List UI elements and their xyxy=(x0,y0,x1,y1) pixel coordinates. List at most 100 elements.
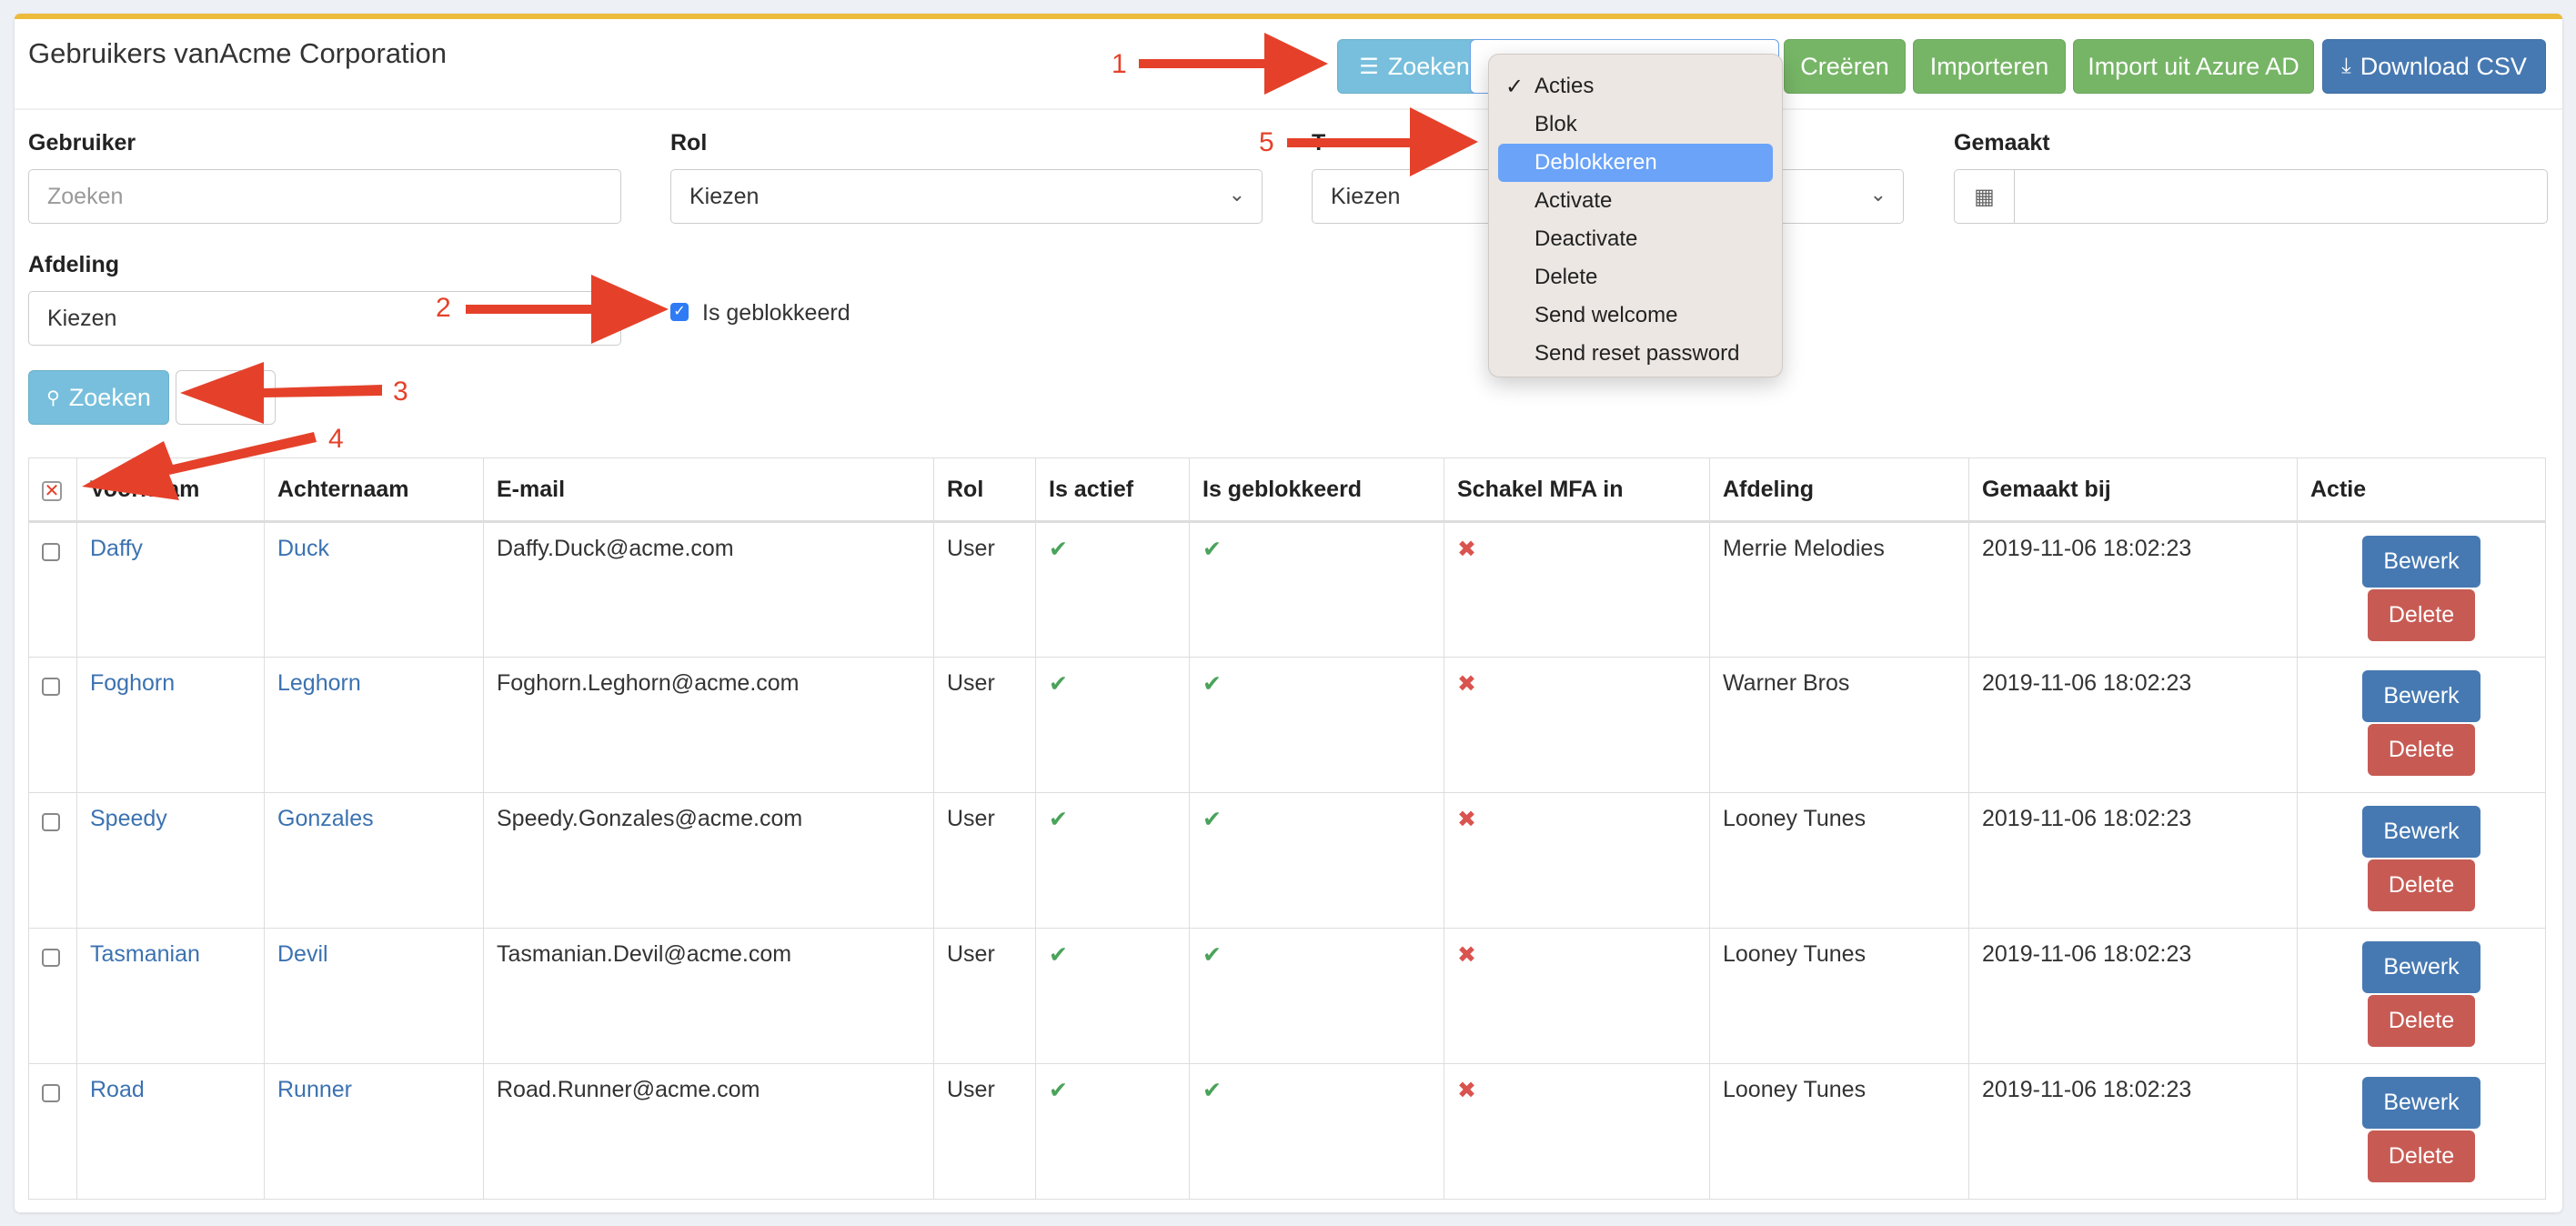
lastname-link[interactable]: Gonzales xyxy=(277,806,374,831)
column-header-blocked[interactable]: Is geblokkeerd xyxy=(1189,457,1444,523)
search-icon: ⚲ xyxy=(46,387,60,408)
action-cell: Bewerk Delete xyxy=(2297,792,2546,929)
active-cell: ✔ xyxy=(1035,657,1190,793)
delete-button[interactable]: Delete xyxy=(2368,589,2475,641)
search-toggle-button[interactable]: ☰ Zoeken xyxy=(1337,39,1492,94)
check-icon: ✓ xyxy=(1505,74,1524,99)
column-header-email[interactable]: E-mail xyxy=(483,457,934,523)
created-cell: 2019-11-06 18:02:23 xyxy=(1968,1063,2298,1200)
search-toggle-label: Zoeken xyxy=(1387,52,1470,80)
cross-icon: ✖ xyxy=(1457,671,1476,697)
import-azure-label: Import uit Azure AD xyxy=(2088,52,2299,80)
dropdown-item-label: Blok xyxy=(1535,112,1577,136)
is-blocked-label: Is geblokkeerd xyxy=(702,300,850,326)
user-filter-label: Gebruiker xyxy=(28,130,136,156)
lastname-cell: Gonzales xyxy=(264,792,484,929)
check-icon: ✔ xyxy=(1202,807,1222,832)
email-cell: Road.Runner@acme.com xyxy=(483,1063,934,1200)
department-select-value: Kiezen xyxy=(47,305,117,331)
row-checkbox[interactable] xyxy=(42,543,60,561)
row-select-cell xyxy=(28,521,77,658)
created-cell: 2019-11-06 18:02:23 xyxy=(1968,657,2298,793)
column-header-firstname[interactable]: Voornaam xyxy=(76,457,265,523)
import-azure-button[interactable]: Import uit Azure AD xyxy=(2073,39,2314,94)
active-cell: ✔ xyxy=(1035,928,1190,1064)
role-select[interactable]: Kiezen ⌄ xyxy=(670,169,1263,224)
lastname-link[interactable]: Devil xyxy=(277,941,328,967)
dropdown-item-acties[interactable]: ✓ Acties xyxy=(1498,67,1773,106)
header-divider xyxy=(15,108,2562,110)
search-button[interactable]: ⚲ Zoeken xyxy=(28,370,169,425)
annotation-number-4: 4 xyxy=(328,424,344,454)
delete-button[interactable]: Delete xyxy=(2368,859,2475,911)
dropdown-item-deblokkeren[interactable]: Deblokkeren xyxy=(1498,144,1773,182)
dropdown-item-label: Acties xyxy=(1535,74,1595,98)
dropdown-item-activate[interactable]: Activate xyxy=(1498,182,1773,220)
row-select-cell xyxy=(28,928,77,1064)
dropdown-item-deactivate[interactable]: Deactivate xyxy=(1498,220,1773,258)
lastname-cell: Devil xyxy=(264,928,484,1064)
edit-button[interactable]: Bewerk xyxy=(2362,806,2480,858)
column-header-role[interactable]: Rol xyxy=(933,457,1036,523)
row-checkbox[interactable] xyxy=(42,949,60,967)
row-select-cell xyxy=(28,792,77,929)
edit-button[interactable]: Bewerk xyxy=(2362,941,2480,993)
lastname-link[interactable]: Duck xyxy=(277,536,329,561)
department-select[interactable]: Kiezen xyxy=(28,291,621,346)
row-checkbox[interactable] xyxy=(42,1084,60,1102)
column-header-active[interactable]: Is actief xyxy=(1035,457,1190,523)
department-cell: Looney Tunes xyxy=(1709,928,1969,1064)
annotation-number-5: 5 xyxy=(1259,127,1274,157)
action-cell: Bewerk Delete xyxy=(2297,928,2546,1064)
dropdown-item-label: Send welcome xyxy=(1535,303,1678,327)
firstname-link[interactable]: Daffy xyxy=(90,536,143,561)
check-icon: ✔ xyxy=(1202,1078,1222,1103)
dropdown-item-blok[interactable]: Blok xyxy=(1498,106,1773,144)
delete-button[interactable]: Delete xyxy=(2368,1131,2475,1182)
created-cell: 2019-11-06 18:02:23 xyxy=(1968,928,2298,1064)
action-cell: Bewerk Delete xyxy=(2297,1063,2546,1200)
reset-button[interactable] xyxy=(176,370,276,425)
lastname-link[interactable]: Leghorn xyxy=(277,670,361,696)
firstname-link[interactable]: Speedy xyxy=(90,806,167,831)
select-all-checkbox[interactable]: ✕ xyxy=(42,480,62,501)
row-checkbox[interactable] xyxy=(42,813,60,831)
edit-button[interactable]: Bewerk xyxy=(2362,536,2480,588)
create-button[interactable]: Creëren xyxy=(1784,39,1906,94)
email-cell: Speedy.Gonzales@acme.com xyxy=(483,792,934,929)
blocked-cell: ✔ xyxy=(1189,792,1444,929)
download-csv-button[interactable]: ⤓ Download CSV xyxy=(2322,39,2546,94)
firstname-link[interactable]: Road xyxy=(90,1077,145,1102)
user-search-input[interactable]: Zoeken xyxy=(28,169,621,224)
dropdown-item-delete[interactable]: Delete xyxy=(1498,258,1773,296)
lastname-link[interactable]: Runner xyxy=(277,1077,352,1102)
table-row: Speedy Gonzales Speedy.Gonzales@acme.com Us… xyxy=(28,792,2546,929)
firstname-link[interactable]: Tasmanian xyxy=(90,941,200,967)
department-cell: Looney Tunes xyxy=(1709,792,1969,929)
calendar-icon[interactable]: ▦ xyxy=(1955,170,2015,223)
row-checkbox[interactable] xyxy=(42,678,60,696)
cross-icon: ✖ xyxy=(1457,537,1476,562)
annotation-number-1: 1 xyxy=(1112,49,1127,79)
created-cell: 2019-11-06 18:02:23 xyxy=(1968,521,2298,658)
check-icon: ✔ xyxy=(1049,942,1068,968)
firstname-cell: Road xyxy=(76,1063,265,1200)
edit-button[interactable]: Bewerk xyxy=(2362,1077,2480,1129)
column-header-created[interactable]: Gemaakt bij xyxy=(1968,457,2298,523)
created-date-input[interactable] xyxy=(2015,170,2547,223)
import-button[interactable]: Importeren xyxy=(1913,39,2066,94)
firstname-link[interactable]: Foghorn xyxy=(90,670,175,696)
dropdown-item-send-welcome[interactable]: Send welcome xyxy=(1498,296,1773,335)
is-blocked-checkbox[interactable]: ✓ xyxy=(670,303,689,321)
actions-dropdown-menu: ✓ Acties Blok Deblokkeren Activate Deactivate… xyxy=(1488,54,1783,377)
delete-button[interactable]: Delete xyxy=(2368,995,2475,1047)
annotation-number-2: 2 xyxy=(436,293,451,323)
chevron-down-icon: ⌄ xyxy=(1869,183,1887,206)
edit-button[interactable]: Bewerk xyxy=(2362,670,2480,722)
dropdown-item-send-reset-password[interactable]: Send reset password xyxy=(1498,335,1773,373)
column-header-lastname[interactable]: Achternaam xyxy=(264,457,484,523)
column-header-mfa[interactable]: Schakel MFA in xyxy=(1444,457,1710,523)
check-icon: ✔ xyxy=(1049,807,1068,832)
column-header-department[interactable]: Afdeling xyxy=(1709,457,1969,523)
delete-button[interactable]: Delete xyxy=(2368,724,2475,776)
